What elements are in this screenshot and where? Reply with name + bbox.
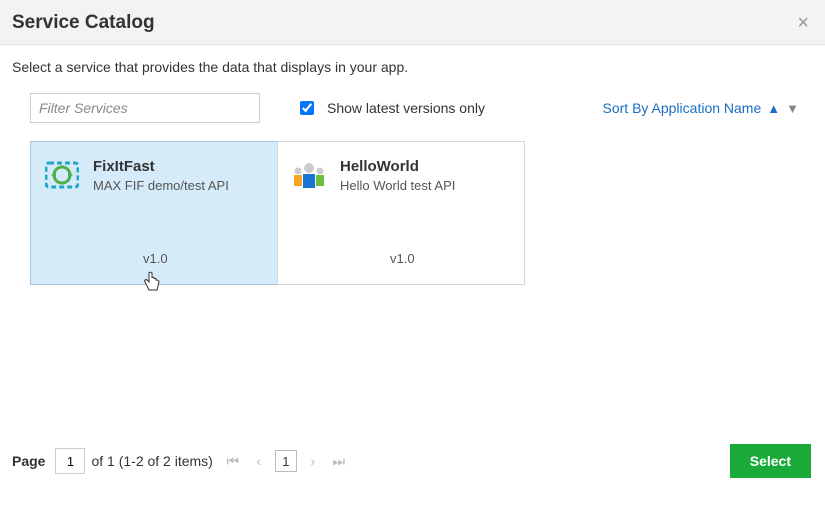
dialog-subheader: Select a service that provides the data … xyxy=(0,45,825,93)
sort-desc-icon[interactable]: ▼ xyxy=(786,101,799,116)
sort-control[interactable]: Sort By Application Name ▲ ▼ xyxy=(603,100,800,116)
service-name: FixItFast xyxy=(93,158,229,175)
service-card-fixitfast[interactable]: FixItFast MAX FIF demo/test API v1.0 xyxy=(30,141,278,285)
pager-first-icon[interactable]: ⏮ xyxy=(223,453,243,470)
latest-versions-toggle[interactable]: Show latest versions only xyxy=(296,98,485,118)
latest-versions-checkbox[interactable] xyxy=(300,101,314,115)
pager-current[interactable]: 1 xyxy=(275,450,297,472)
page-input[interactable] xyxy=(55,448,85,474)
close-icon[interactable]: × xyxy=(797,13,809,33)
page-info: of 1 (1-2 of 2 items) xyxy=(91,453,212,469)
service-version: v1.0 xyxy=(143,251,168,266)
filter-services-input[interactable] xyxy=(30,93,260,123)
controls-row: Show latest versions only Sort By Applic… xyxy=(0,93,825,141)
service-sync-icon xyxy=(45,158,79,192)
service-desc: Hello World test API xyxy=(340,178,455,193)
sort-label: Sort By Application Name xyxy=(603,100,762,116)
service-people-icon xyxy=(292,158,326,192)
dialog-footer: Page of 1 (1-2 of 2 items) ⏮ ‹ 1 › ⏭ Sel… xyxy=(0,428,825,518)
service-name: HelloWorld xyxy=(340,158,455,175)
service-version: v1.0 xyxy=(390,251,415,266)
dialog-header: Service Catalog × xyxy=(0,0,825,45)
select-button[interactable]: Select xyxy=(730,444,811,478)
service-cards: FixItFast MAX FIF demo/test API v1.0 Hel… xyxy=(0,141,825,285)
service-card-helloworld[interactable]: HelloWorld Hello World test API v1.0 xyxy=(277,141,525,285)
dialog-title: Service Catalog xyxy=(12,12,155,34)
page-label: Page xyxy=(12,453,45,469)
sort-asc-icon[interactable]: ▲ xyxy=(767,101,780,116)
pager-nav: ⏮ ‹ 1 › ⏭ xyxy=(223,450,349,472)
service-desc: MAX FIF demo/test API xyxy=(93,178,229,193)
pager-next-icon[interactable]: › xyxy=(303,453,323,469)
pager-last-icon[interactable]: ⏭ xyxy=(329,453,349,470)
latest-versions-label: Show latest versions only xyxy=(327,100,485,116)
pager-prev-icon[interactable]: ‹ xyxy=(249,453,269,469)
